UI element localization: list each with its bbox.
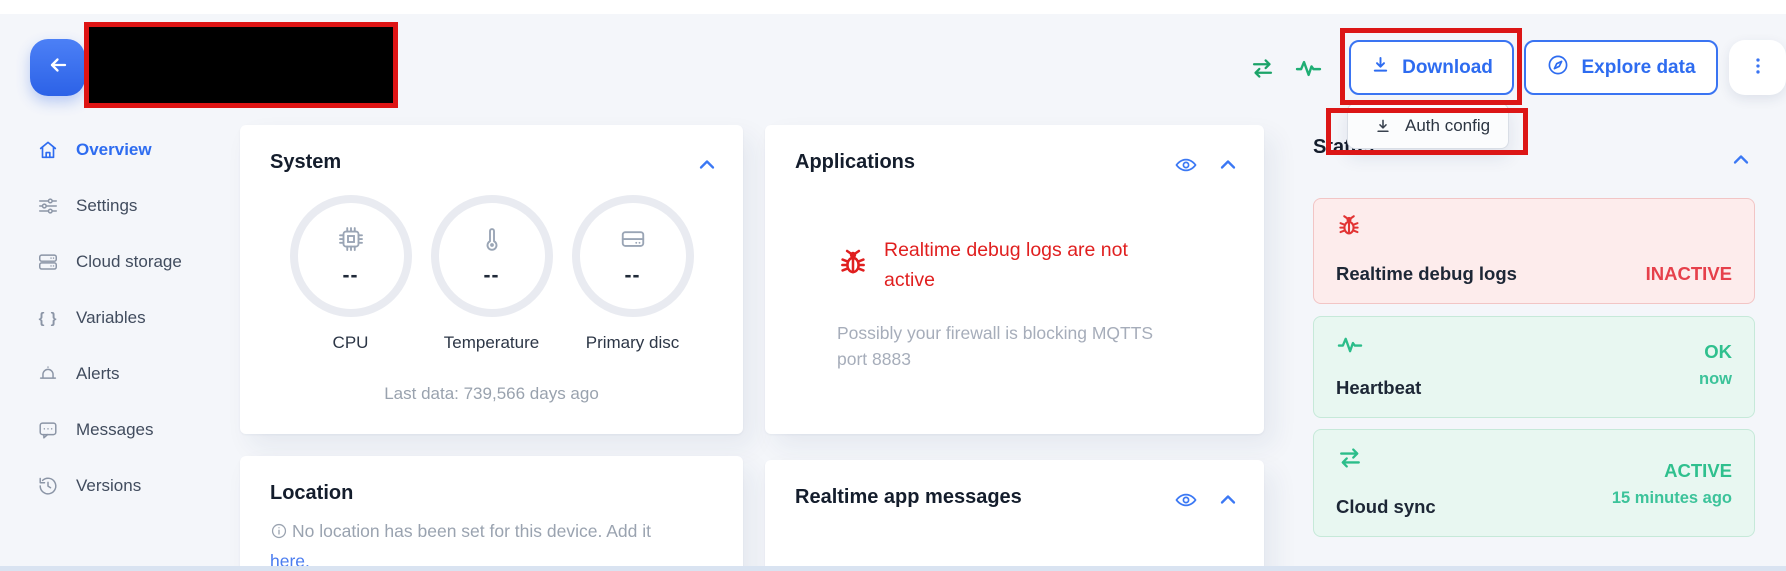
metric-value: --: [624, 264, 641, 287]
sync-arrows-icon[interactable]: [1249, 55, 1276, 82]
sidebar-item-label: Versions: [76, 476, 142, 495]
compass-icon: [1546, 53, 1570, 83]
sync-arrows-icon: [1336, 444, 1364, 472]
metric-gauge: --: [571, 195, 694, 317]
location-card-title: Location: [270, 482, 354, 504]
braces-icon: { }: [38, 309, 58, 327]
storage-icon: [37, 251, 59, 273]
download-icon: [1370, 54, 1391, 81]
sidebar-item-versions[interactable]: Versions: [0, 458, 240, 514]
realtime-messages-card: Realtime app messages: [765, 460, 1264, 571]
sidebar-item-label: Overview: [76, 140, 152, 159]
eye-icon[interactable]: [1174, 488, 1198, 517]
pulse-icon[interactable]: [1294, 54, 1323, 83]
status-badge: OK: [1704, 341, 1732, 362]
metric-gauge: --: [430, 195, 553, 317]
download-icon: [1374, 117, 1392, 135]
auth-config-label: Auth config: [1405, 116, 1491, 135]
status-card-heartbeat[interactable]: Heartbeat OK now: [1313, 316, 1755, 418]
metric-value: --: [342, 264, 359, 287]
sidebar-item-alerts[interactable]: Alerts: [0, 346, 240, 402]
back-button[interactable]: [30, 39, 85, 96]
cpu-icon: [336, 224, 366, 259]
status-badge: INACTIVE: [1645, 263, 1732, 284]
location-notice-text: No location has been set for this device…: [292, 521, 651, 541]
metric-label: Temperature: [443, 333, 540, 352]
status-label: Cloud sync: [1336, 496, 1436, 517]
download-button[interactable]: Download: [1349, 40, 1514, 95]
top-white-strip: [0, 0, 1786, 14]
metric-label: CPU: [332, 333, 369, 352]
sidebar: Overview Settings Cloud storage { } Vari…: [0, 122, 240, 514]
chevron-up-icon[interactable]: [1729, 148, 1753, 177]
error-message: Realtime debug logs are not active: [884, 239, 1128, 292]
status-card-cloud-sync[interactable]: Cloud sync ACTIVE 15 minutes ago: [1313, 429, 1755, 537]
chevron-up-icon[interactable]: [1216, 488, 1240, 517]
bug-icon: [837, 247, 869, 284]
sidebar-item-label: Cloud storage: [76, 252, 182, 271]
applications-card-title: Applications: [795, 151, 916, 173]
metric-temperature: -- Temperature: [430, 195, 553, 353]
disk-icon: [618, 224, 648, 259]
sidebar-item-label: Settings: [76, 196, 138, 215]
metric-gauge: --: [289, 195, 412, 317]
alarm-icon: [37, 363, 59, 385]
explore-data-button-label: Explore data: [1581, 56, 1696, 78]
chevron-up-icon[interactable]: [1216, 153, 1240, 182]
sidebar-item-overview[interactable]: Overview: [0, 122, 240, 178]
system-card-title: System: [270, 151, 342, 173]
explore-data-button[interactable]: Explore data: [1524, 40, 1718, 95]
system-card: System -- CPU -- Temperature -- Primary …: [240, 125, 743, 434]
device-dashboard: Overview Settings Cloud storage { } Vari…: [0, 0, 1786, 571]
realtime-card-title: Realtime app messages: [795, 486, 1022, 508]
debug-logs-error: Realtime debug logs are not active: [837, 235, 1156, 295]
sliders-icon: [37, 195, 59, 217]
pulse-icon: [1336, 331, 1364, 359]
chevron-up-icon[interactable]: [695, 153, 719, 182]
home-icon: [37, 139, 59, 161]
metric-label: Primary disc: [585, 333, 680, 352]
auth-config-menu-item[interactable]: Auth config: [1347, 103, 1509, 149]
last-data-text: Last data: 739,566 days ago: [384, 384, 599, 403]
status-card-debug-logs[interactable]: Realtime debug logs INACTIVE: [1313, 198, 1755, 304]
download-button-label: Download: [1402, 56, 1493, 78]
error-hint: Possibly your firewall is blocking MQTTS…: [837, 323, 1154, 370]
status-label: Heartbeat: [1336, 377, 1422, 398]
sidebar-item-settings[interactable]: Settings: [0, 178, 240, 234]
location-card: Location No location has been set for th…: [240, 456, 743, 571]
eye-icon[interactable]: [1174, 153, 1198, 182]
metric-cpu: -- CPU: [289, 195, 412, 353]
history-icon: [37, 475, 59, 497]
sidebar-item-cloud-storage[interactable]: Cloud storage: [0, 234, 240, 290]
sidebar-item-label: Alerts: [76, 364, 120, 383]
metric-primary-disc: -- Primary disc: [571, 195, 694, 353]
thermometer-icon: [477, 224, 507, 259]
location-notice: No location has been set for this device…: [270, 518, 695, 571]
system-metrics: -- CPU -- Temperature -- Primary disc: [240, 195, 743, 353]
chat-bubble-icon: [37, 419, 59, 441]
more-options-button[interactable]: [1729, 40, 1786, 95]
metric-value: --: [483, 264, 500, 287]
info-icon: [270, 521, 288, 548]
horizontal-scrollbar[interactable]: [0, 566, 1786, 571]
sidebar-item-label: Messages: [76, 420, 154, 439]
sidebar-item-label: Variables: [76, 308, 146, 327]
status-time: now: [1699, 370, 1732, 388]
kebab-menu-icon: [1747, 55, 1769, 80]
applications-card: Applications Realtime debug logs are not…: [765, 125, 1264, 434]
sidebar-item-variables[interactable]: { } Variables: [0, 290, 240, 346]
sidebar-item-messages[interactable]: Messages: [0, 402, 240, 458]
status-time: 15 minutes ago: [1611, 489, 1732, 507]
status-badge: ACTIVE: [1664, 460, 1732, 481]
arrow-left-icon: [46, 53, 70, 82]
redacted-device-name: [84, 22, 398, 108]
bug-icon: [1336, 213, 1362, 239]
status-label: Realtime debug logs: [1336, 263, 1517, 284]
